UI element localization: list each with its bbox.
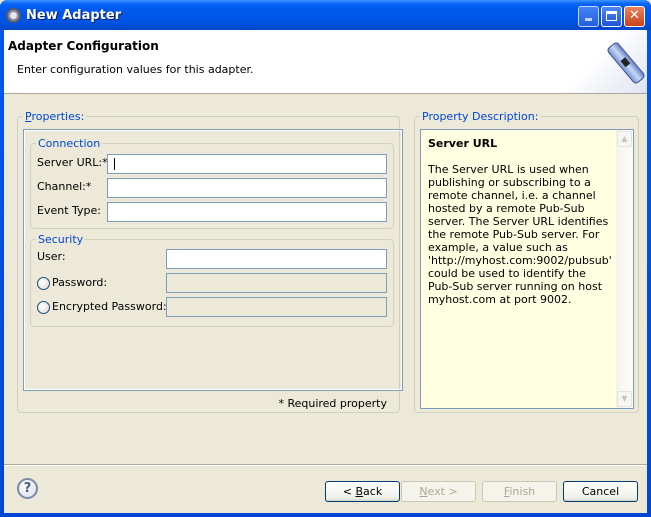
properties-panel: Connection Server URL:* Channel:* Event … [23,129,403,391]
text-caret [114,158,115,170]
password-label[interactable]: Password: [52,276,107,289]
required-note: * Required property [278,397,387,410]
dialog-window: New Adapter ✕ Adapter Configuration Ente… [0,0,651,517]
back-button[interactable]: < Back [325,481,400,502]
maximize-button[interactable] [601,6,622,27]
encrypted-password-label[interactable]: Encrypted Password: [52,300,167,313]
back-label: ack [363,485,383,498]
properties-legend: Properties: [23,110,87,123]
property-description-box: Server URL The Server URL is used when p… [420,129,634,409]
event-type-input[interactable] [107,202,387,222]
minimize-icon [585,18,592,21]
channel-label: Channel:* [37,180,92,193]
next-button[interactable]: Next > [401,481,476,502]
chevron-up-icon: ▲ [621,134,628,143]
next-label: ext > [427,485,458,498]
next-mnemonic: N [419,485,428,498]
server-url-label: Server URL:* [37,156,108,169]
security-group: Security User: Password: Encrypted Passw… [30,233,394,327]
usb-adapter-icon [605,40,647,86]
window-title: New Adapter [26,8,122,23]
page-title: Adapter Configuration [8,39,159,53]
vertical-scrollbar[interactable]: ▲ ▼ [616,130,633,408]
user-input[interactable] [166,249,387,269]
password-radio[interactable] [37,277,50,290]
password-input[interactable] [166,273,387,293]
finish-label: inish [509,485,536,498]
chevron-down-icon: ▼ [621,394,628,403]
connection-group: Connection Server URL:* Channel:* Event … [30,137,394,229]
page-description: Enter configuration values for this adap… [17,63,254,76]
dialog-body: Adapter Configuration Enter configuratio… [4,30,647,513]
security-legend: Security [36,233,86,246]
help-button[interactable]: ? [17,478,38,499]
server-url-input[interactable] [107,154,387,174]
close-icon: ✕ [629,8,640,23]
help-icon: ? [23,481,32,496]
properties-legend-text: roperties: [31,110,85,123]
properties-group: Properties: Connection Server URL:* Chan… [17,110,403,413]
connection-legend: Connection [36,137,103,150]
close-button[interactable]: ✕ [624,6,645,27]
property-description-legend: Property Description: [420,110,541,123]
event-type-label: Event Type: [37,204,101,217]
maximize-icon [606,11,617,21]
banner-art [567,30,647,93]
wizard-banner: Adapter Configuration Enter configuratio… [4,30,647,94]
footer-separator [4,464,647,466]
finish-button[interactable]: Finish [482,481,557,502]
back-prefix: < [342,485,356,498]
scroll-down-button[interactable]: ▼ [617,391,632,407]
encrypted-password-input[interactable] [166,297,387,317]
channel-input[interactable] [107,178,387,198]
description-text: The Server URL is used when publishing o… [428,163,612,306]
scroll-up-button[interactable]: ▲ [617,131,632,147]
minimize-button[interactable] [578,6,599,27]
gear-icon [6,8,21,23]
title-bar[interactable]: New Adapter ✕ [0,0,651,30]
user-label: User: [37,250,66,263]
encrypted-password-radio[interactable] [37,301,50,314]
cancel-button[interactable]: Cancel [563,481,638,502]
property-description-group: Property Description: Server URL The Ser… [414,110,639,413]
back-mnemonic: B [355,485,364,498]
description-title: Server URL [428,137,498,150]
